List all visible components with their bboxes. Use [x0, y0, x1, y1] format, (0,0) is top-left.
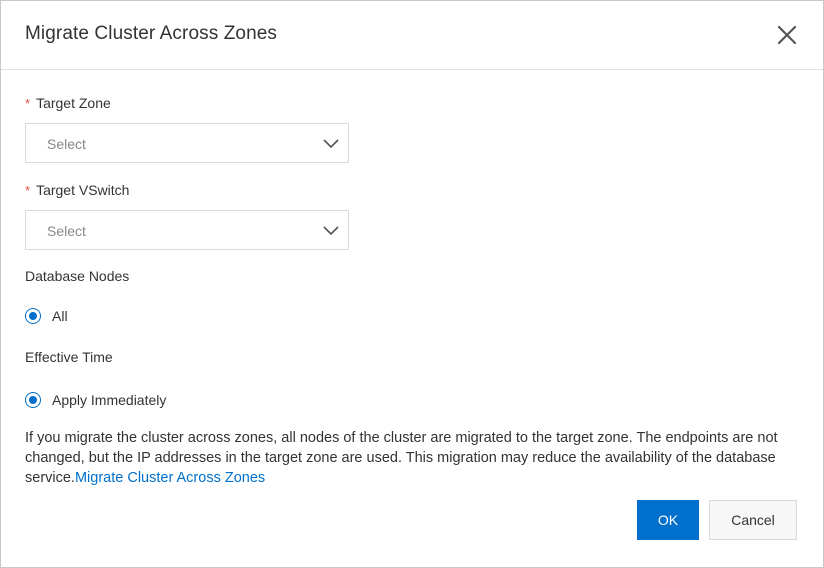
ok-button[interactable]: OK — [637, 500, 699, 540]
chevron-down-icon — [323, 226, 339, 236]
target-vswitch-label: * Target VSwitch — [25, 182, 129, 198]
close-button[interactable] — [777, 25, 797, 45]
target-vswitch-select[interactable]: Select — [25, 210, 349, 250]
required-mark: * — [25, 96, 31, 111]
dialog-header: Migrate Cluster Across Zones — [1, 1, 823, 70]
target-zone-placeholder: Select — [47, 136, 86, 152]
radio-button-selected[interactable] — [25, 308, 41, 324]
radio-dot — [29, 312, 37, 320]
close-icon — [777, 25, 797, 45]
radio-dot — [29, 396, 37, 404]
radio-all[interactable]: All — [25, 306, 68, 326]
required-mark: * — [25, 183, 31, 198]
target-zone-label-text: Target Zone — [36, 95, 111, 111]
dialog-title: Migrate Cluster Across Zones — [25, 23, 277, 44]
radio-all-label: All — [52, 308, 68, 324]
target-zone-select[interactable]: Select — [25, 123, 349, 163]
database-nodes-label: Database Nodes — [25, 268, 130, 284]
migrate-cluster-dialog: Migrate Cluster Across Zones * Target Zon… — [0, 0, 824, 568]
target-vswitch-label-text: Target VSwitch — [36, 182, 130, 198]
cancel-button[interactable]: Cancel — [709, 500, 797, 540]
migrate-cluster-link[interactable]: Migrate Cluster Across Zones — [75, 470, 265, 486]
effective-time-label: Effective Time — [25, 349, 113, 365]
target-vswitch-placeholder: Select — [47, 223, 86, 239]
radio-apply-immediately-label: Apply Immediately — [52, 392, 167, 408]
migration-note: If you migrate the cluster across zones,… — [25, 428, 803, 488]
radio-button-selected[interactable] — [25, 392, 41, 408]
radio-apply-immediately[interactable]: Apply Immediately — [25, 390, 166, 410]
target-zone-label: * Target Zone — [25, 95, 111, 111]
chevron-down-icon — [323, 139, 339, 149]
